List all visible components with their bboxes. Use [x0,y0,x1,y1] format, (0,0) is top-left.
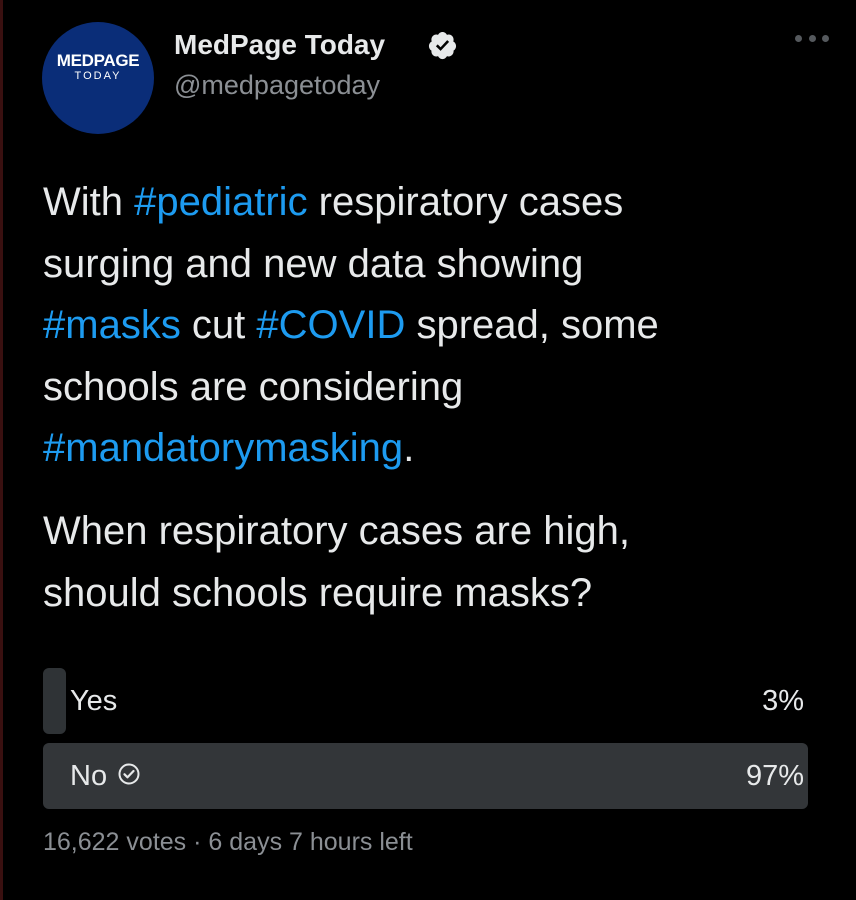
poll-meta: 16,622 votes · 6 days 7 hours left [43,828,413,857]
poll-option-yes[interactable]: Yes 3% [43,668,808,734]
tweet-line: schools are considering [43,357,823,419]
tweet-text-segment: respiratory cases [307,180,624,224]
poll-option-percent: 97% [745,760,804,792]
tweet-text-segment: . [403,426,415,470]
more-dot [822,34,829,42]
tweet-text-segment: cut [180,303,257,347]
more-dot [808,34,816,42]
poll-option-label: Yes [70,685,118,717]
time-left: 6 days 7 hours left [208,828,413,856]
poll-option-percent: 3% [762,685,804,717]
tweet-line: #masks cut #COVID spread, some [43,295,823,357]
meta-separator: · [193,828,202,856]
tweet-line: surging and new data showing [43,234,823,296]
poll-question: When respiratory cases are high, should s… [43,501,823,624]
poll-option-label: No [70,760,108,792]
poll-option-no[interactable]: No 97% [43,743,808,809]
display-name[interactable]: MedPage Today [174,29,385,61]
verified-badge-icon [428,31,457,60]
poll-option-label-row: No [70,743,141,809]
more-dot [795,34,802,42]
poll-question-line: When respiratory cases are high, [43,509,630,553]
hashtag-link[interactable]: #COVID [256,303,405,347]
poll-fill-no [43,743,808,809]
account-handle[interactable]: @medpagetoday [174,70,380,101]
avatar-logo-text: MEDPAGE [56,51,140,70]
avatar-logo-subtext: TODAY [74,70,122,82]
tweet-text-segment: With [43,180,135,224]
hashtag-link[interactable]: #pediatric [134,180,307,224]
tweet-line: With #pediatric respiratory cases [43,172,823,234]
more-options-icon[interactable] [795,32,829,44]
check-circle-icon [118,763,140,785]
left-edge-strip [0,0,3,900]
tweet-text-segment: schools are considering [43,364,464,409]
vote-count: 16,622 votes [43,828,187,856]
avatar[interactable]: MEDPAGE TODAY [42,22,154,134]
tweet-text: With #pediatric respiratory cases surging… [43,172,823,480]
tweet-text-segment: spread, some [405,303,659,347]
poll-question-line: should schools require masks? [43,570,593,615]
hashtag-link[interactable]: #mandatorymasking [43,426,403,470]
tweet-line: #mandatorymasking. [43,418,823,480]
tweet-text-segment: surging and new data showing [43,241,584,286]
hashtag-link[interactable]: #masks [43,303,181,347]
poll-fill-yes [43,668,66,734]
